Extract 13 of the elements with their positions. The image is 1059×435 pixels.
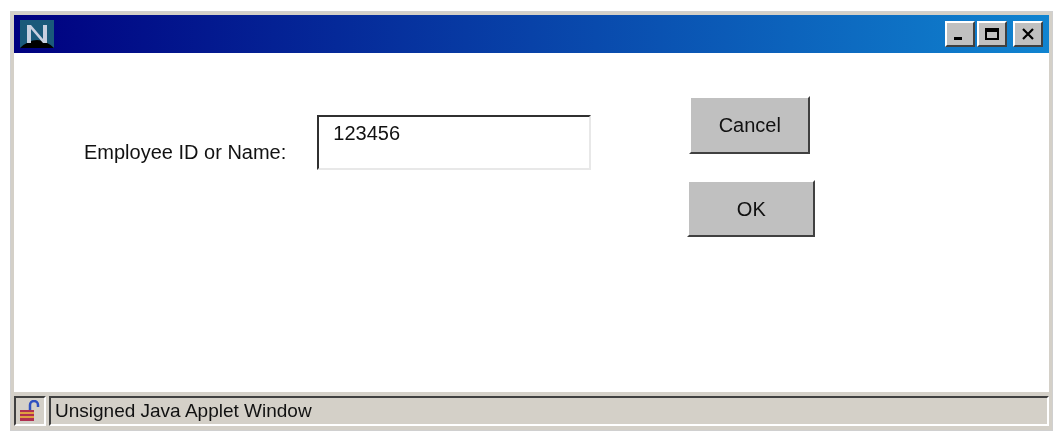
minimize-button[interactable] xyxy=(945,21,975,47)
field-label: Employee ID or Name: xyxy=(84,140,287,165)
unlocked-padlock-icon xyxy=(19,400,41,422)
close-button[interactable] xyxy=(1013,21,1043,47)
dialog-button[interactable]: OK xyxy=(687,180,816,237)
minimize-icon xyxy=(954,37,962,40)
employee-input[interactable]: 123456 xyxy=(317,115,592,170)
status-bar: Unsigned Java Applet Window xyxy=(49,396,1049,426)
dialog-button[interactable]: Cancel xyxy=(689,96,811,154)
logo-icon xyxy=(20,20,54,48)
close-icon xyxy=(1021,28,1035,40)
maximize-icon xyxy=(985,28,999,40)
maximize-button[interactable] xyxy=(977,21,1007,47)
